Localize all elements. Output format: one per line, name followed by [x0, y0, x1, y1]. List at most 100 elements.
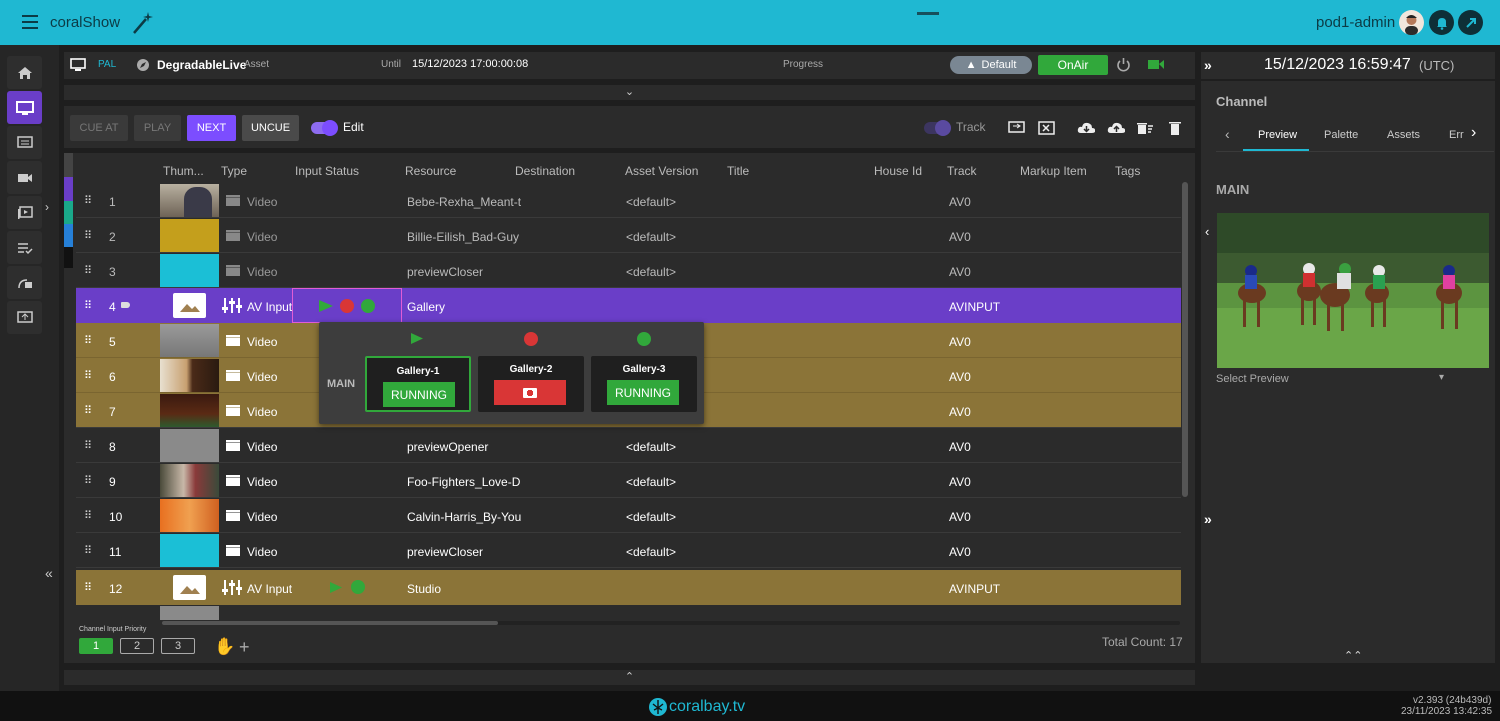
tab-assets[interactable]: Assets — [1387, 129, 1420, 141]
col-input-status[interactable]: Input Status — [295, 164, 359, 178]
video-camera-icon[interactable] — [1148, 59, 1165, 70]
gallery-card[interactable]: Gallery-1 RUNNING — [365, 356, 471, 412]
drag-handle-icon[interactable]: ⠿ — [84, 369, 92, 382]
table-row[interactable]: ⠿ 2 Video Billie-Eilish_Bad-Guy <default… — [76, 218, 1181, 253]
default-button[interactable]: ▲ Default — [950, 56, 1032, 74]
col-type[interactable]: Type — [221, 164, 247, 178]
priority-2-button[interactable]: 2 — [120, 638, 154, 654]
checklist-icon[interactable] — [7, 231, 42, 264]
expand-right-icon[interactable]: » — [1204, 511, 1212, 527]
screen-share-icon[interactable] — [7, 301, 42, 334]
avatar[interactable] — [1399, 10, 1424, 35]
drag-handle-icon[interactable]: ⠿ — [84, 334, 92, 347]
uncue-button[interactable]: UNCUE — [242, 115, 299, 141]
drag-handle-icon[interactable]: ⠿ — [84, 264, 92, 277]
table-row[interactable]: ⠿ 11 Video previewCloser <default> AV0 — [76, 533, 1181, 568]
drag-handle-icon[interactable]: ⠿ — [84, 194, 92, 207]
onair-button[interactable]: OnAir — [1038, 55, 1108, 75]
drag-handle-icon[interactable]: ⠿ — [84, 581, 92, 594]
thumbnail — [160, 394, 219, 427]
table-row[interactable]: ⠿ 10 Video Calvin-Harris_By-You <default… — [76, 498, 1181, 533]
row-number: 3 — [109, 265, 116, 279]
collapse-right-icon[interactable]: » — [1204, 57, 1212, 73]
tab-errors[interactable]: Err — [1449, 129, 1464, 141]
bell-icon[interactable] — [1429, 10, 1454, 35]
tab-palette[interactable]: Palette — [1324, 129, 1358, 141]
red-status-dot — [524, 332, 538, 346]
priority-label: Channel Input Priority — [79, 626, 147, 633]
messages-icon[interactable] — [7, 126, 42, 159]
col-markup-item[interactable]: Markup Item — [1020, 164, 1087, 178]
priority-1-button[interactable]: 1 — [79, 638, 113, 654]
menu-icon[interactable] — [22, 15, 38, 29]
power-icon[interactable] — [1116, 57, 1131, 72]
tabs-next-icon[interactable]: › — [1471, 124, 1476, 142]
input-status-popup: MAIN Gallery-1 RUNNING Gallery-2 Gallery… — [319, 322, 704, 424]
collapse-status-icon[interactable]: ⌄ — [64, 85, 1195, 100]
home-icon[interactable] — [7, 56, 42, 89]
expand-rail-icon[interactable]: › — [45, 200, 49, 214]
drag-handle-icon[interactable]: ⠿ — [84, 404, 92, 417]
satellite-icon[interactable] — [7, 266, 42, 299]
monitor-icon[interactable] — [7, 91, 42, 124]
cloud-download-icon[interactable] — [1077, 120, 1095, 136]
magic-wand-icon[interactable] — [128, 9, 156, 37]
col-asset-version[interactable]: Asset Version — [625, 164, 698, 178]
camera-icon[interactable] — [7, 161, 42, 194]
input-status-cell[interactable] — [292, 288, 402, 323]
row-number: 4 — [109, 300, 116, 314]
table-row[interactable]: ⠿ 9 Video Foo-Fighters_Love-D <default> … — [76, 463, 1181, 498]
collapse-up-icon[interactable]: ⌃⌃ — [1344, 649, 1362, 662]
drag-handle-icon[interactable]: ⠿ — [84, 439, 92, 452]
priority-3-button[interactable]: 3 — [161, 638, 195, 654]
username[interactable]: pod1-admin — [1316, 14, 1395, 31]
chevron-down-icon[interactable]: ▾ — [1439, 372, 1444, 383]
hand-icon[interactable]: ✋ — [214, 637, 235, 657]
swap-screen-icon[interactable] — [1007, 120, 1025, 136]
drag-handle-icon[interactable]: ⠿ — [84, 299, 92, 312]
col-title[interactable]: Title — [727, 164, 749, 178]
col-tags[interactable]: Tags — [1115, 164, 1140, 178]
table-row-selected[interactable]: ⠿ 4 AV Input Gallery AVINPUT — [76, 288, 1181, 323]
gallery-card[interactable]: Gallery-3 RUNNING — [591, 356, 697, 412]
trash-icon[interactable] — [1166, 120, 1184, 136]
play-button[interactable]: PLAY — [134, 115, 181, 141]
col-track[interactable]: Track — [947, 164, 977, 178]
drag-handle-icon[interactable]: ⠿ — [84, 509, 92, 522]
vertical-scrollbar[interactable] — [1182, 182, 1188, 497]
delete-sweep-icon[interactable] — [1136, 120, 1154, 136]
tab-preview[interactable]: Preview — [1258, 129, 1297, 141]
drag-handle-icon[interactable]: ⠿ — [84, 229, 92, 242]
table-row[interactable]: ⠿ 12 AV Input Studio AVINPUT — [76, 570, 1181, 605]
thumbnail — [160, 534, 219, 567]
edit-toggle[interactable] — [311, 120, 338, 136]
col-house-id[interactable]: House Id — [874, 164, 922, 178]
cloud-upload-icon[interactable] — [1107, 120, 1125, 136]
preview-prev-icon[interactable]: ‹ — [1205, 224, 1209, 239]
open-external-icon[interactable] — [1458, 10, 1483, 35]
table-row[interactable]: ⠿ 1 Video Bebe-Rexha_Meant-t <default> A… — [76, 183, 1181, 218]
row-version: <default> — [626, 265, 677, 279]
col-thumbnail[interactable]: Thum... — [163, 164, 204, 178]
row-number: 2 — [109, 230, 116, 244]
until-value: 15/12/2023 17:00:00:08 — [412, 58, 529, 70]
next-button[interactable]: NEXT — [187, 115, 236, 141]
collapse-rail-icon[interactable]: « — [45, 565, 53, 581]
expand-bottom-icon[interactable]: ⌃ — [64, 670, 1195, 685]
horizontal-scrollbar[interactable] — [162, 621, 498, 625]
drag-handle-icon[interactable]: ⠿ — [84, 474, 92, 487]
gallery-card[interactable]: Gallery-2 — [478, 356, 584, 412]
table-row[interactable]: ⠿ 8 Video previewOpener <default> AV0 — [76, 428, 1181, 463]
table-row[interactable]: ⠿ 3 Video previewCloser <default> AV0 — [76, 253, 1181, 288]
playlist-icon[interactable] — [7, 196, 42, 229]
tabs-prev-icon[interactable]: ‹ — [1225, 126, 1230, 142]
select-preview-dropdown[interactable]: Select Preview — [1216, 373, 1289, 385]
col-destination[interactable]: Destination — [515, 164, 575, 178]
col-resource[interactable]: Resource — [405, 164, 456, 178]
excel-export-icon[interactable] — [1037, 120, 1055, 136]
add-icon[interactable]: + — [239, 637, 250, 658]
cue-at-button[interactable]: CUE AT — [70, 115, 128, 141]
drag-handle-icon[interactable]: ⠿ — [84, 544, 92, 557]
preview-main-label: MAIN — [1216, 182, 1250, 197]
track-toggle[interactable] — [924, 120, 951, 136]
